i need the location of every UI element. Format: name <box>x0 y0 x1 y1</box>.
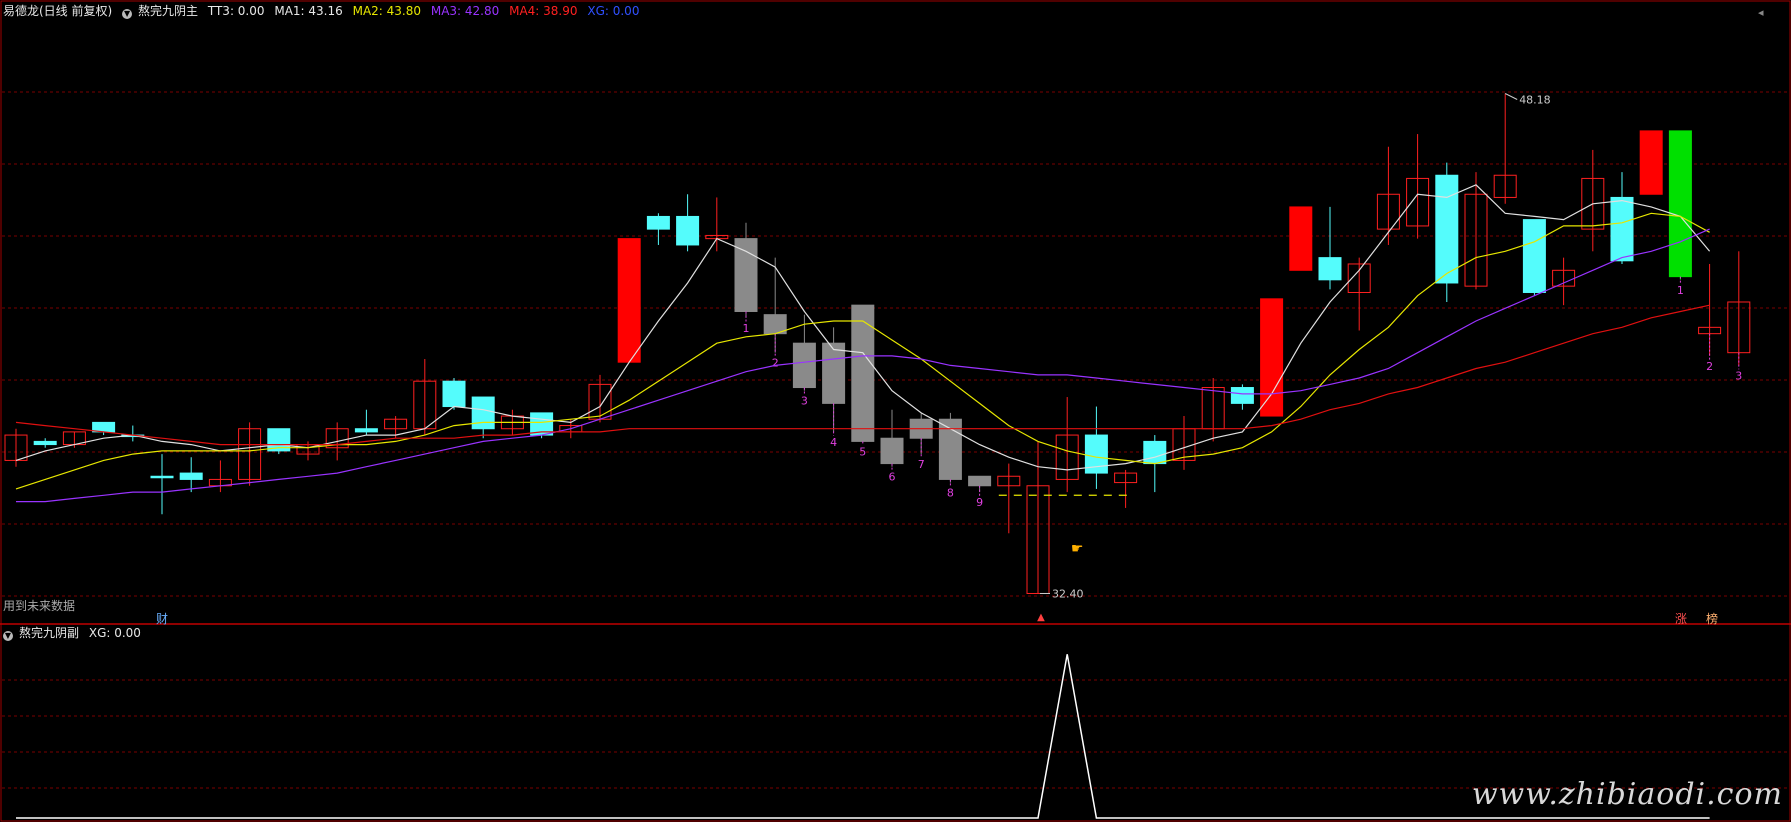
main-header: 易德龙(日线 前复权) ▼ 熬完九阴主 TT3: 0.00 MA1: 43.16 … <box>3 4 645 19</box>
candle-body <box>1522 219 1546 293</box>
count-label: 5 <box>859 445 866 458</box>
tt3-value: TT3: 0.00 <box>207 4 265 18</box>
candle-body <box>617 238 641 363</box>
candle-body <box>1143 440 1167 465</box>
rise-badge[interactable]: 涨 <box>1675 610 1687 627</box>
count-label: 2 <box>1706 360 1713 373</box>
collapse-arrow-icon: ◂ <box>1758 6 1764 19</box>
ma2-value: MA2: 43.80 <box>352 4 422 18</box>
candle-body <box>880 437 904 465</box>
chart-frame <box>0 0 1791 822</box>
count-label: 1 <box>1677 284 1684 297</box>
candle-body <box>1318 257 1342 281</box>
sub-header: ▼ 熬完九阴副 XG: 0.00 <box>3 626 147 641</box>
candle-body <box>471 396 495 430</box>
count-label: 8 <box>947 487 954 500</box>
count-label: 9 <box>976 496 983 509</box>
candle-body <box>676 215 700 246</box>
count-label: 2 <box>772 357 779 370</box>
sub-indicator-toggle-icon[interactable]: ▼ <box>3 631 13 641</box>
main-indicator-name[interactable]: 熬完九阴主 <box>138 4 198 18</box>
candle-body <box>1289 206 1313 271</box>
indicator-toggle-icon[interactable]: ▼ <box>122 9 133 19</box>
sub-xg-value: XG: 0.00 <box>88 626 141 640</box>
xg-signal-line <box>16 654 1710 819</box>
main-price-panel[interactable]: 1 2 3 4 5 6 7 8 9 1 2 3 48.18 32.40 ▲ ☛ ◂ <box>0 0 1791 822</box>
candle-body <box>734 238 758 312</box>
candle-body <box>1435 174 1459 284</box>
candle-body <box>354 428 378 433</box>
ma1-value: MA1: 43.16 <box>274 4 343 18</box>
sub-indicator-name[interactable]: 熬完九阴副 <box>19 626 79 640</box>
xg-value: XG: 0.00 <box>587 4 640 18</box>
signal-marker-icon: ▲ <box>1037 612 1045 623</box>
finance-badge[interactable]: 财 <box>156 610 168 627</box>
candle-body <box>1639 130 1663 195</box>
count-label: 3 <box>801 395 808 408</box>
count-label: 6 <box>889 471 896 484</box>
candle-body <box>1230 387 1254 404</box>
ma3-value: MA3: 42.80 <box>430 4 500 18</box>
candle-body <box>33 440 57 446</box>
candle-body <box>179 472 203 480</box>
stock-title[interactable]: 易德龙(日线 前复权) <box>3 4 112 18</box>
high-price-label: 48.18 <box>1519 94 1551 107</box>
count-label: 1 <box>743 322 750 335</box>
count-label: 3 <box>1735 369 1742 382</box>
candle-body <box>150 475 174 479</box>
high-pointer <box>1504 93 1518 100</box>
candle-body <box>792 342 816 389</box>
candle-body <box>442 380 466 408</box>
candle-body <box>1668 130 1692 278</box>
candle-body <box>968 475 992 487</box>
count-label: 4 <box>830 436 837 449</box>
future-data-note: 用到未来数据 <box>3 599 76 613</box>
watermark: www.zhibiaodi.com <box>1471 777 1783 812</box>
cursor-hand-icon: ☛ <box>1071 541 1084 557</box>
ma4-value: MA4: 38.90 <box>509 4 578 18</box>
candle-body <box>822 342 846 404</box>
stock-chart-window: 1 2 3 4 5 6 7 8 9 1 2 3 48.18 32.40 ▲ ☛ ◂ 易德龙(日线 前复权) ▼ 熬… <box>0 0 1791 822</box>
count-label: 7 <box>918 458 925 471</box>
ranking-badge[interactable]: 榜 <box>1706 610 1718 627</box>
candle-body <box>646 215 670 230</box>
low-price-label: 32.40 <box>1052 587 1084 600</box>
candle-body <box>1260 298 1284 417</box>
candle-body <box>1610 196 1634 262</box>
